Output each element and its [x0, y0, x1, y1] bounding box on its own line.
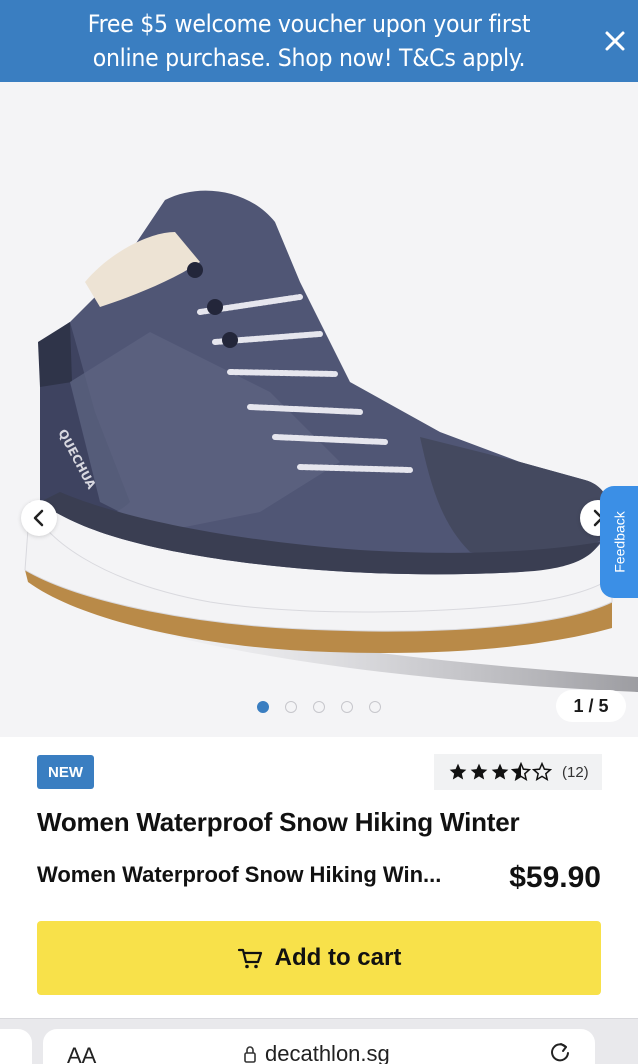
star-icon [449, 763, 467, 780]
address-bar[interactable]: AA decathlon.sg [43, 1029, 595, 1064]
url-text: decathlon.sg [265, 1041, 390, 1064]
star-icon [470, 763, 488, 780]
new-badge: NEW [37, 755, 94, 789]
star-half-icon [511, 762, 531, 782]
text-size-button[interactable]: AA [67, 1043, 96, 1064]
previous-image-button[interactable] [21, 500, 57, 536]
product-image-gallery[interactable]: QUECHUA [0, 82, 638, 737]
product-title: Women Waterproof Snow Hiking Winter [37, 807, 520, 837]
feedback-tab[interactable]: Feedback [600, 486, 638, 598]
rating-stars [448, 762, 552, 782]
image-counter: 1 / 5 [556, 690, 626, 722]
star-outline-icon [532, 762, 552, 782]
product-image: QUECHUA [24, 190, 638, 692]
url-display[interactable]: decathlon.sg [243, 1041, 390, 1064]
feedback-label: Feedback [612, 511, 629, 573]
carousel-dot-4[interactable] [341, 701, 353, 713]
product-subtitle: Women Waterproof Snow Hiking Win... [37, 862, 442, 887]
product-price: $59.90 [509, 861, 601, 894]
review-count: (12) [562, 763, 589, 781]
star-icon [491, 763, 509, 780]
promo-banner-text[interactable]: Free $5 welcome voucher upon your first … [61, 7, 558, 75]
rating-summary[interactable]: (12) [434, 754, 602, 790]
add-to-cart-label: Add to cart [274, 944, 402, 971]
carousel-dot-2[interactable] [285, 701, 297, 713]
carousel-dots [257, 701, 381, 713]
promo-banner: Free $5 welcome voucher upon your first … [0, 0, 638, 82]
close-icon[interactable] [600, 26, 630, 56]
chevron-left-icon [33, 509, 44, 527]
carousel-dot-1[interactable] [257, 701, 269, 713]
cart-icon [237, 948, 262, 969]
browser-tab-button[interactable] [0, 1029, 32, 1064]
add-to-cart-button[interactable]: Add to cart [37, 921, 601, 995]
reload-icon[interactable] [549, 1041, 571, 1064]
carousel-dot-5[interactable] [369, 701, 381, 713]
lock-icon [244, 1046, 256, 1063]
browser-toolbar: AA decathlon.sg [0, 1018, 638, 1064]
carousel-dot-3[interactable] [313, 701, 325, 713]
